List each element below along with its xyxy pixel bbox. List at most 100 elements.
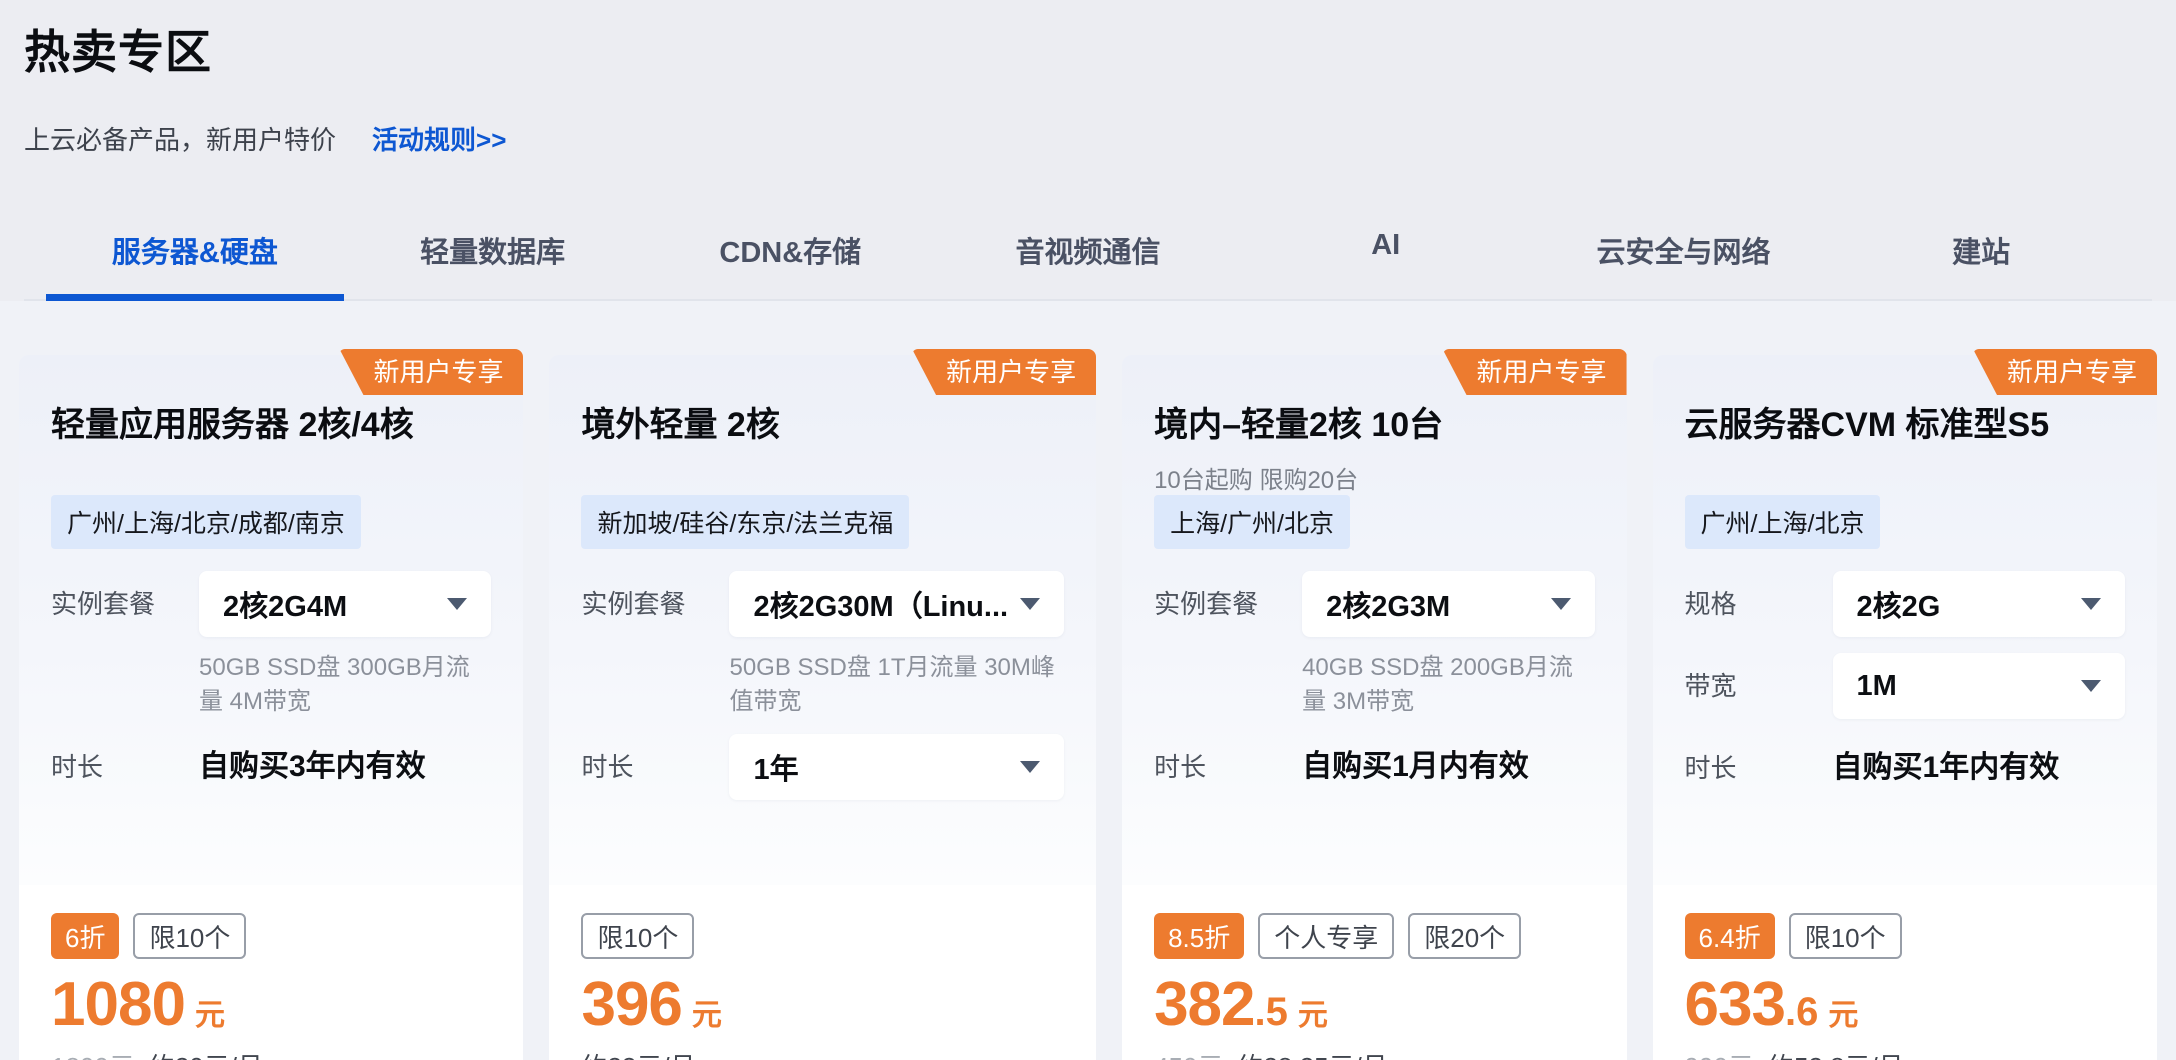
spec-description: 40GB SSD盘 200GB月流量 3M带宽 (1302, 651, 1594, 718)
product-card-overseas-lighthouse: 新用户专享 境外轻量 2核 新加坡/硅谷/东京/法兰克福 实例套餐 2核2G30… (549, 355, 1096, 1060)
instance-plan-select[interactable]: 2核2G4M (199, 571, 491, 637)
card-spec-section: 境内–轻量2核 10台 10台起购 限购20台 上海/广州/北京 实例套餐 2核… (1122, 355, 1626, 885)
spec-row: 规格 2核2G (1685, 571, 2125, 637)
card-spec-section: 轻量应用服务器 2核/4核 广州/上海/北京/成都/南京 实例套餐 2核2G4M… (19, 355, 523, 885)
price-unit: 元 (195, 999, 225, 1032)
tab-security-network[interactable]: 云安全与网络 (1535, 213, 1833, 299)
page-subtitle-row: 上云必备产品，新用户特价 活动规则>> (24, 120, 2152, 157)
region-tag: 广州/上海/北京 (1685, 495, 1881, 549)
limit-badge: 限10个 (1789, 913, 1902, 959)
instance-plan-select[interactable]: 2核2G30M（Linu... (729, 571, 1064, 637)
ribbon-label: 新用户专享 (373, 357, 503, 387)
select-value: 2核2G4M (223, 583, 347, 625)
duration-row: 时长 自购买3年内有效 (51, 734, 491, 800)
personal-badge: 个人专享 (1258, 913, 1394, 959)
duration-value: 自购买1月内有效 (1302, 734, 1594, 800)
select-value: 1M (1857, 670, 1897, 703)
region-tag: 上海/广州/北京 (1154, 495, 1350, 549)
spec-row: 实例套餐 2核2G4M 50GB SSD盘 300GB月流量 4M带宽 (51, 571, 491, 718)
duration-value: 自购买3年内有效 (199, 734, 491, 800)
region-tag: 新加坡/硅谷/东京/法兰克福 (581, 495, 909, 549)
select-value: 2核2G (1857, 583, 1941, 625)
new-user-ribbon: 新用户专享 (1443, 349, 1627, 395)
discount-badge: 6.4折 (1685, 913, 1775, 959)
limit-badge: 限20个 (1408, 913, 1521, 959)
select-value: 2核2G3M (1326, 583, 1450, 625)
product-card-list: 新用户专享 轻量应用服务器 2核/4核 广州/上海/北京/成都/南京 实例套餐 … (0, 301, 2176, 1060)
card-price-section: 6折 限10个 1080 元 1800元 约30元/月 (19, 885, 523, 1060)
row-label: 时长 (1685, 735, 1833, 801)
duration-select[interactable]: 1年 (729, 734, 1064, 800)
row-label: 时长 (51, 734, 199, 800)
price: 1080 元 (51, 971, 491, 1039)
duration-value: 自购买1年内有效 (1833, 735, 2125, 801)
spec-select[interactable]: 2核2G (1833, 571, 2125, 637)
product-title: 轻量应用服务器 2核/4核 (51, 397, 491, 446)
price-decimal: .5 (1255, 990, 1288, 1034)
tab-cdn-storage[interactable]: CDN&存储 (641, 213, 939, 299)
monthly-price: 约33元/月 (581, 1047, 695, 1060)
new-user-ribbon: 新用户专享 (912, 349, 1096, 395)
product-card-lighthouse: 新用户专享 轻量应用服务器 2核/4核 广州/上海/北京/成都/南京 实例套餐 … (19, 355, 523, 1060)
row-label: 规格 (1685, 571, 1833, 637)
new-user-ribbon: 新用户专享 (1973, 349, 2157, 395)
bandwidth-row: 带宽 1M (1685, 653, 2125, 719)
monthly-price: 约38.25元/月 (1237, 1047, 1387, 1060)
tab-website[interactable]: 建站 (1832, 213, 2130, 299)
card-price-section: 6.4折 限10个 633 .6 元 990元 约52.8元/月 (1653, 885, 2157, 1060)
monthly-price: 约52.8元/月 (1768, 1047, 1904, 1060)
row-label: 时长 (1154, 734, 1302, 800)
price-unit: 元 (1298, 999, 1328, 1032)
activity-rules-link[interactable]: 活动规则>> (372, 120, 506, 157)
product-subtitle: 10台起购 限购20台 (1154, 460, 1594, 495)
tab-lite-database[interactable]: 轻量数据库 (344, 213, 642, 299)
card-price-section: 限10个 396 元 约33元/月 (549, 885, 1096, 1060)
ribbon-label: 新用户专享 (2007, 357, 2137, 387)
ribbon-label: 新用户专享 (1477, 357, 1607, 387)
price-unit: 元 (1828, 999, 1858, 1032)
tab-audio-video[interactable]: 音视频通信 (939, 213, 1237, 299)
chevron-down-icon (1551, 598, 1571, 610)
spec-row: 实例套餐 2核2G30M（Linu... 50GB SSD盘 1T月流量 30M… (581, 571, 1064, 718)
row-label: 实例套餐 (51, 571, 199, 637)
discount-badge: 8.5折 (1154, 913, 1244, 959)
discount-badge: 6折 (51, 913, 119, 959)
duration-row: 时长 1年 (581, 734, 1064, 800)
price-integer: 382 (1154, 971, 1254, 1039)
chevron-down-icon (1020, 761, 1040, 773)
spec-description: 50GB SSD盘 300GB月流量 4M带宽 (199, 651, 491, 718)
category-tabbar: 服务器&硬盘 轻量数据库 CDN&存储 音视频通信 AI 云安全与网络 建站 (24, 213, 2152, 301)
product-card-cvm-s5: 新用户专享 云服务器CVM 标准型S5 广州/上海/北京 规格 2核2G (1653, 355, 2157, 1060)
product-card-domestic-lighthouse-bulk: 新用户专享 境内–轻量2核 10台 10台起购 限购20台 上海/广州/北京 实… (1122, 355, 1626, 1060)
price-decimal: .6 (1785, 990, 1818, 1034)
price: 382 .5 元 (1154, 971, 1594, 1039)
tab-servers-disks[interactable]: 服务器&硬盘 (46, 213, 344, 299)
price: 633 .6 元 (1685, 971, 2125, 1039)
page-subtitle: 上云必备产品，新用户特价 (24, 120, 336, 157)
chevron-down-icon (2081, 680, 2101, 692)
card-spec-section: 境外轻量 2核 新加坡/硅谷/东京/法兰克福 实例套餐 2核2G30M（Linu… (549, 355, 1096, 885)
page-header: 热卖专区 上云必备产品，新用户特价 活动规则>> 服务器&硬盘 轻量数据库 CD… (0, 0, 2176, 301)
tab-ai[interactable]: AI (1237, 213, 1535, 299)
page-title: 热卖专区 (24, 16, 2152, 82)
card-spec-section: 云服务器CVM 标准型S5 广州/上海/北京 规格 2核2G 带宽 (1653, 355, 2157, 885)
region-tag: 广州/上海/北京/成都/南京 (51, 495, 361, 549)
instance-plan-select[interactable]: 2核2G3M (1302, 571, 1594, 637)
row-label: 带宽 (1685, 653, 1833, 719)
price-integer: 396 (581, 971, 681, 1039)
row-label: 时长 (581, 734, 729, 800)
spec-row: 实例套餐 2核2G3M 40GB SSD盘 200GB月流量 3M带宽 (1154, 571, 1594, 718)
original-price: 450元 (1154, 1047, 1223, 1060)
product-title: 云服务器CVM 标准型S5 (1685, 397, 2125, 446)
limit-badge: 限10个 (133, 913, 246, 959)
monthly-price: 约30元/月 (149, 1047, 263, 1060)
price-unit: 元 (692, 999, 722, 1032)
bandwidth-select[interactable]: 1M (1833, 653, 2125, 719)
select-value: 2核2G30M（Linu... (753, 583, 1008, 625)
original-price: 990元 (1685, 1047, 1754, 1060)
card-price-section: 8.5折 个人专享 限20个 382 .5 元 450元 约38.25元/月 (1122, 885, 1626, 1060)
limit-badge: 限10个 (581, 913, 694, 959)
product-title: 境内–轻量2核 10台 (1154, 397, 1594, 446)
new-user-ribbon: 新用户专享 (339, 349, 523, 395)
chevron-down-icon (447, 598, 467, 610)
